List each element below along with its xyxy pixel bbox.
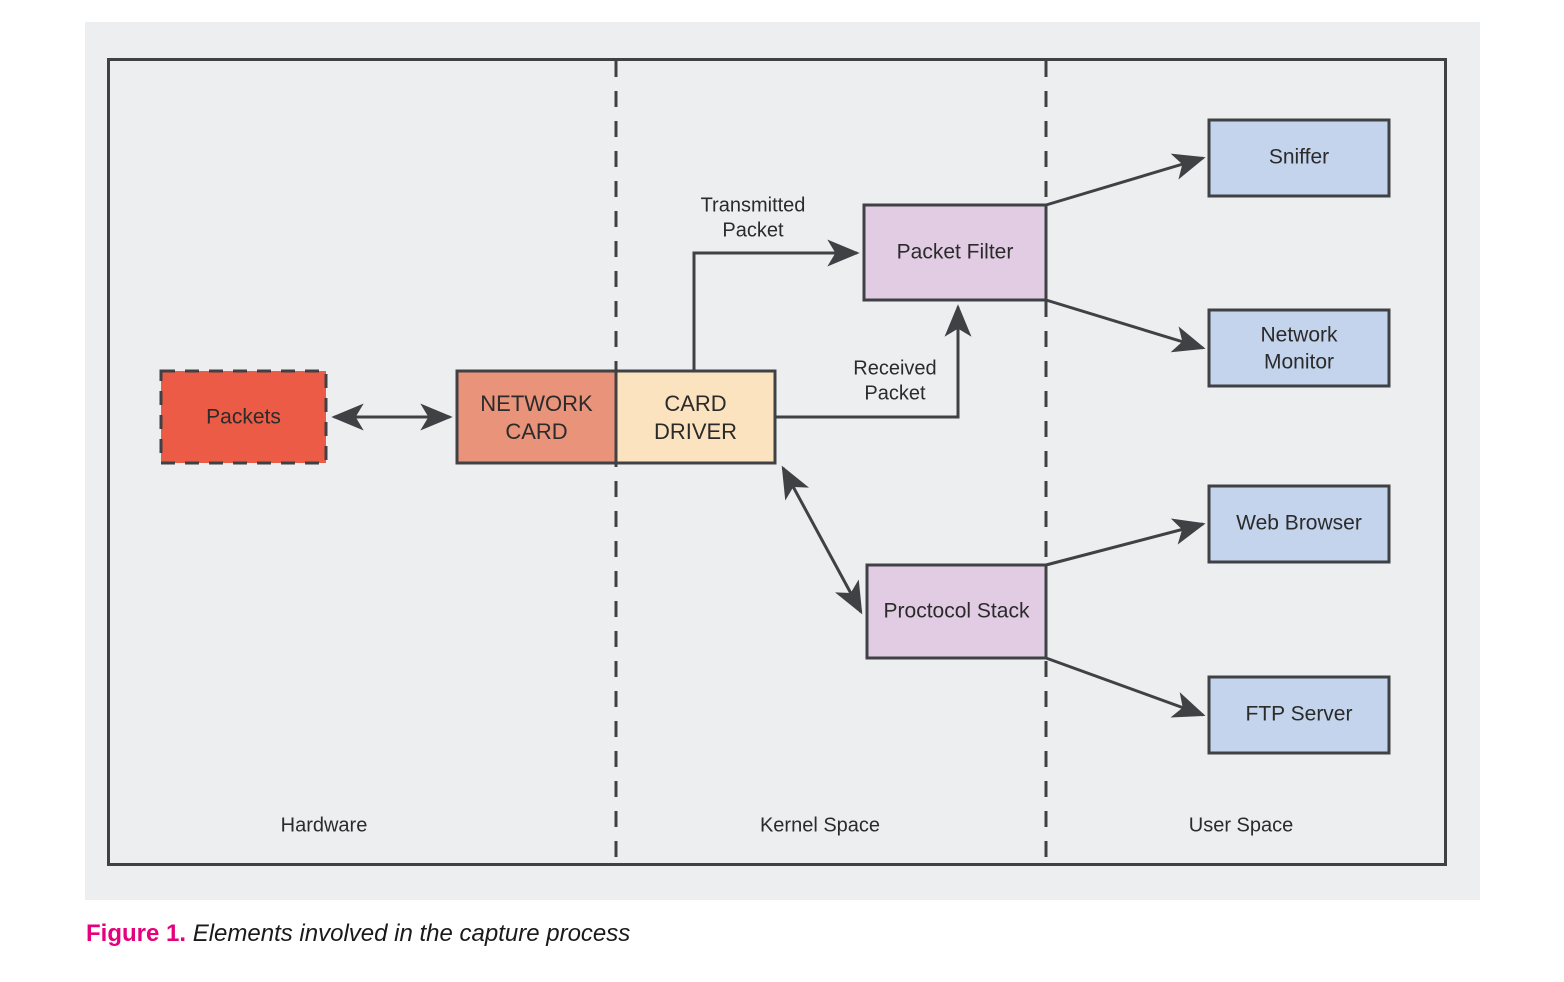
figure-caption: Figure 1. Elements involved in the captu…: [86, 920, 630, 948]
card-driver-label-line2: DRIVER: [654, 419, 737, 444]
ftp-server-label: FTP Server: [1246, 703, 1353, 726]
edge-packet-filter-sniffer: [1045, 153, 1206, 207]
label-transmitted-packet: Transmitted Packet: [701, 194, 806, 241]
received-packet-line2: Packet: [864, 382, 926, 404]
network-monitor-label-line2: Monitor: [1264, 351, 1334, 374]
network-monitor-box[interactable]: [1207, 308, 1391, 388]
node-ftp-server[interactable]: FTP Server: [1207, 675, 1391, 755]
network-card-label-line1: NETWORK: [480, 391, 593, 416]
node-proctocol-stack[interactable]: Proctocol Stack: [865, 563, 1048, 660]
card-driver-label-line1: CARD: [664, 391, 726, 416]
capture-process-diagram: Packets NETWORK CARD CARD DRIVER Packet …: [159, 61, 1391, 863]
figure-caption-number: Figure 1.: [86, 920, 187, 947]
node-network-card[interactable]: NETWORK CARD: [455, 369, 618, 465]
web-browser-label: Web Browser: [1236, 512, 1362, 535]
label-received-packet: Received Packet: [853, 357, 936, 404]
figure-container: Packets NETWORK CARD CARD DRIVER Packet …: [0, 0, 1564, 982]
proctocol-stack-label: Proctocol Stack: [884, 600, 1030, 623]
edge-protocol-stack-web-browser: [1045, 518, 1206, 567]
figure-caption-text-spacer: [186, 920, 193, 947]
network-monitor-label-line1: Network: [1260, 324, 1338, 347]
edge-transmitted-packet: [692, 239, 860, 371]
node-card-driver[interactable]: CARD DRIVER: [614, 369, 777, 465]
edge-protocol-stack-ftp-server: [1045, 656, 1206, 718]
card-driver-box[interactable]: [614, 369, 777, 465]
zone-label-hardware: Hardware: [281, 814, 368, 836]
node-sniffer[interactable]: Sniffer: [1207, 118, 1391, 198]
transmitted-packet-line1: Transmitted: [701, 194, 806, 216]
sniffer-label: Sniffer: [1269, 146, 1329, 169]
zone-label-user-space: User Space: [1189, 814, 1294, 836]
packets-label: Packets: [206, 406, 281, 429]
node-packets[interactable]: Packets: [159, 369, 328, 465]
node-packet-filter[interactable]: Packet Filter: [862, 203, 1048, 302]
received-packet-line1: Received: [853, 357, 936, 379]
node-web-browser[interactable]: Web Browser: [1207, 484, 1391, 564]
figure-caption-text: Elements involved in the capture process: [192, 920, 631, 947]
edge-card-driver-protocol-stack: [781, 465, 863, 615]
packet-filter-label: Packet Filter: [897, 241, 1014, 264]
network-card-box[interactable]: [455, 369, 618, 465]
zone-label-kernel-space: Kernel Space: [760, 814, 880, 836]
network-card-label-line2: CARD: [505, 419, 567, 444]
node-network-monitor[interactable]: Network Monitor: [1207, 308, 1391, 388]
transmitted-packet-line2: Packet: [722, 219, 784, 241]
edge-packet-filter-network-monitor: [1045, 298, 1206, 353]
